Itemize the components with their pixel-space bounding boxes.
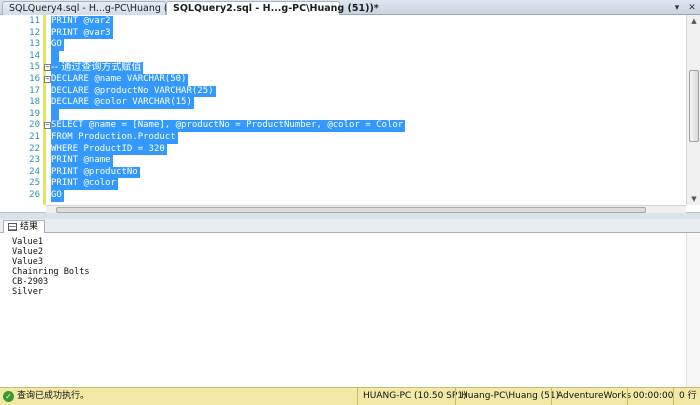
status-database: AdventureWorks [551,388,631,405]
scroll-down-arrow-icon[interactable]: ▼ [687,193,700,205]
results-grid-icon [8,223,17,231]
code-text-selected [51,50,59,63]
code-text-selected: WHERE ProductID = 320 [51,143,167,156]
code-line[interactable]: 20− SELECT @name = [Name], @productNo = P… [0,120,686,132]
code-text-selected: DECLARE @name VARCHAR(50) [51,74,189,86]
code-text-selected: SELECT @name = [Name], @productNo = Prod… [51,120,406,132]
output-line: Chainring Bolts [12,267,90,278]
code-text-selected: FROM Production.Product [51,132,178,144]
status-message: 查询已成功执行。 [17,391,90,401]
output-line: Value1 [12,237,44,247]
status-bar: ✓ 查询已成功执行。 HUANG-PC (10.50 SP1) Huang-PC… [0,387,700,405]
code-line[interactable]: 12 PRINT @var3 [0,27,686,40]
code-text-selected: DECLARE @color VARCHAR(15) [51,97,194,109]
line-number: 13 [29,39,40,50]
code-text-selected: DECLARE @productNo VARCHAR(25) [51,85,216,98]
line-number: 25 [29,178,40,189]
output-line: Value2 [12,247,44,258]
status-user: Huang-PC\Huang (51) [455,388,559,405]
code-line[interactable]: 13 GO [0,39,686,51]
code-line[interactable]: 24 PRINT @productNo [0,166,686,179]
code-line[interactable]: 25 PRINT @color [0,178,686,190]
code-line[interactable]: 16− DECLARE @name VARCHAR(50) [0,74,686,86]
code-text-selected: PRINT @name [51,155,113,167]
status-row-count: 0 行 [673,388,700,405]
code-text-selected: GO [51,190,64,202]
output-line: Value3 [12,257,44,268]
status-elapsed-time: 00:00:00 [627,388,673,405]
tab-sqlquery4[interactable]: SQLQuery4.sql - H...g-PC\Huang (53))* [2,1,192,15]
editor-vertical-scroll-thumb[interactable] [689,70,699,142]
line-number: 21 [29,132,40,142]
code-line[interactable]: 21 FROM Production.Product [0,132,686,144]
code-text-selected: -- 通过查询方式赋值 [51,62,144,74]
document-tab-strip: SQLQuery4.sql - H...g-PC\Huang (53))* SQ… [0,0,700,15]
messages-output: Value1 Value2 Value3 Chainring Bolts CB-2903… [12,237,90,298]
results-vertical-scrollbar[interactable] [686,233,700,387]
code-text-selected [51,108,59,121]
success-check-icon: ✓ [3,391,14,402]
line-number: 19 [29,108,40,119]
tab-sqlquery2[interactable]: SQLQuery2.sql - H...g-PC\Huang (51))* [166,1,379,15]
code-text-selected: PRINT @color [51,178,119,190]
code-line[interactable]: 19 [0,108,686,121]
output-line: CB-2903 [12,277,49,288]
line-number: 23 [29,155,40,166]
code-line[interactable]: 26 GO [0,190,686,202]
tab-list-dropdown-icon[interactable]: ▾ [671,3,683,13]
tab-controls: ▾ ✕ [671,1,698,14]
tab-results[interactable]: 结果 [3,220,45,233]
line-number: 12 [29,27,40,38]
code-line[interactable]: 23 PRINT @name [0,155,686,167]
code-line[interactable]: 11 PRINT @var2 [0,16,686,28]
line-number: 11 [29,16,40,26]
collapse-region-icon[interactable]: − [44,64,51,72]
code-line[interactable]: 22 WHERE ProductID = 320 [0,143,686,156]
line-number: 26 [29,190,40,200]
results-tab-strip: 结果 [0,219,700,233]
line-number: 16 [29,74,40,84]
code-line[interactable]: 17 DECLARE @productNo VARCHAR(25) [0,85,686,98]
code-text-selected: PRINT @productNo [51,166,140,179]
output-line: Silver [12,287,44,298]
code-text-selected: GO [51,39,64,51]
collapse-region-icon[interactable]: − [44,122,51,130]
code-line[interactable]: 14 [0,50,686,63]
close-tab-icon[interactable]: ✕ [686,3,698,13]
line-number: 18 [29,97,40,108]
code-line[interactable]: 18 DECLARE @color VARCHAR(15) [0,97,686,109]
scroll-up-arrow-icon[interactable]: ▲ [687,15,700,27]
query-editor[interactable]: 11 PRINT @var2 12 PRINT @var3 13 GO 14 15− -- 通过… [0,15,700,213]
line-number: 17 [29,85,40,96]
line-number: 24 [29,166,40,177]
status-server: HUANG-PC (10.50 SP1) [357,388,467,405]
line-number: 20 [29,120,40,131]
line-number: 14 [29,50,40,61]
results-tab-label: 结果 [20,222,39,232]
code-text-selected: PRINT @var3 [51,27,113,40]
editor-horizontal-scrollbar[interactable] [46,205,686,213]
code-text-selected: PRINT @var2 [51,16,113,28]
line-number: 15 [29,62,40,73]
collapse-region-icon[interactable]: − [44,76,51,83]
results-pane: 结果 Value1 Value2 Value3 Chainring Bolts CB-2… [0,219,700,387]
line-number: 22 [29,143,40,154]
editor-vertical-scrollbar[interactable]: ▲ ▼ [686,15,700,205]
code-line[interactable]: 15− -- 通过查询方式赋值 [0,62,686,74]
